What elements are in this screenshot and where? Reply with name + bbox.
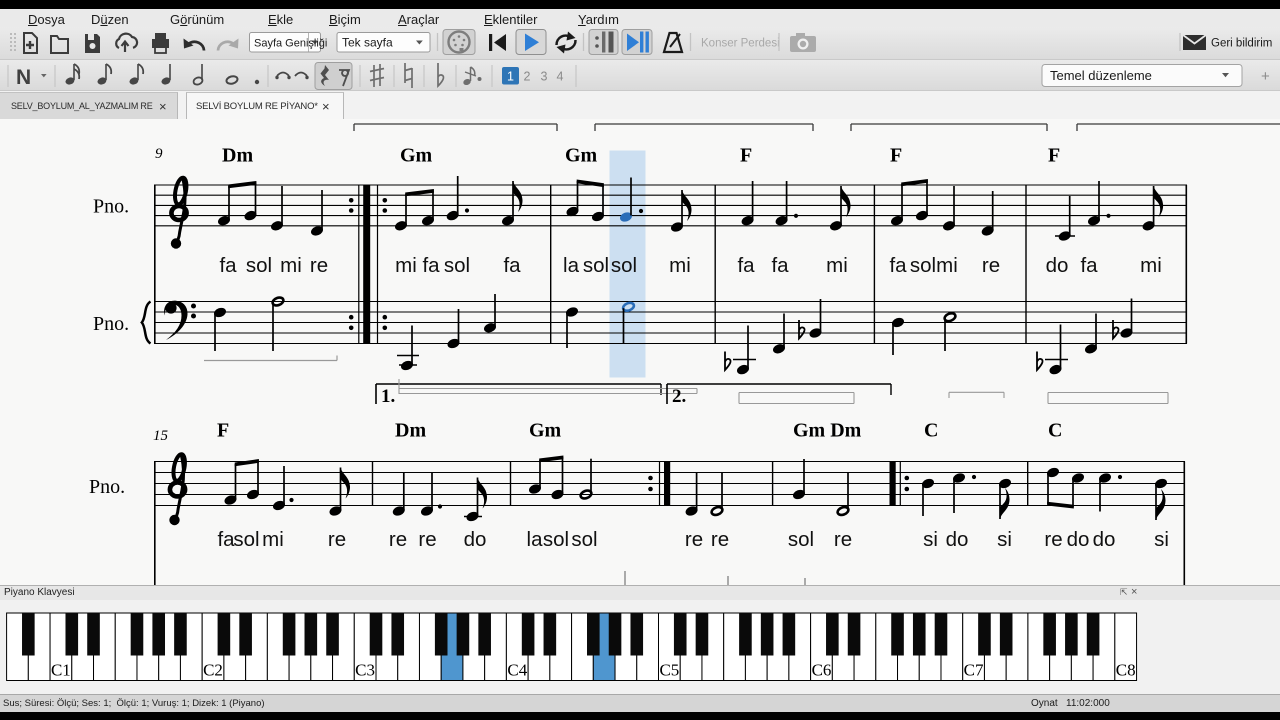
svg-text:sol: sol	[611, 254, 637, 277]
svg-text:sol: sol	[583, 254, 609, 277]
svg-text:mi: mi	[262, 528, 284, 551]
svg-text:sol: sol	[788, 528, 814, 551]
svg-text:fa: fa	[771, 254, 789, 277]
svg-text:C4: C4	[507, 661, 527, 680]
svg-text:si: si	[997, 528, 1012, 551]
svg-text:do: do	[464, 528, 487, 551]
svg-text:fa: fa	[503, 254, 521, 277]
svg-text:4: 4	[557, 70, 564, 84]
svg-text:do: do	[1067, 528, 1090, 551]
svg-text:sol: sol	[233, 528, 259, 551]
svg-text:fa: fa	[219, 254, 237, 277]
svg-text:Pno.: Pno.	[93, 196, 129, 218]
svg-text:fa: fa	[737, 254, 755, 277]
svg-text:C: C	[924, 420, 938, 442]
svg-text:Gm: Gm	[565, 145, 598, 167]
svg-text:+: +	[1261, 68, 1270, 85]
svg-text:Pno.: Pno.	[93, 313, 129, 335]
svg-text:sol: sol	[246, 254, 272, 277]
svg-text:Pno.: Pno.	[89, 476, 125, 498]
svg-text:Tek sayfa: Tek sayfa	[342, 36, 393, 50]
svg-text:C5: C5	[659, 661, 679, 680]
svg-text:F: F	[740, 145, 752, 167]
svg-text:N: N	[16, 66, 31, 89]
svg-text:Gm: Gm	[529, 420, 562, 442]
svg-text:9: 9	[155, 146, 163, 162]
svg-text:C8: C8	[1116, 661, 1136, 680]
svg-text:re: re	[982, 254, 1000, 277]
svg-text:si: si	[1154, 528, 1169, 551]
svg-text:Dm: Dm	[395, 420, 426, 442]
svg-text:do: do	[1093, 528, 1116, 551]
svg-text:si: si	[923, 528, 938, 551]
svg-text:Gm: Gm	[400, 145, 433, 167]
svg-text:re: re	[711, 528, 729, 551]
svg-text:Geri bildirim: Geri bildirim	[1211, 38, 1272, 50]
svg-text:1: 1	[507, 70, 514, 84]
svg-text:mi: mi	[936, 254, 958, 277]
svg-text:re: re	[834, 528, 852, 551]
svg-text:C2: C2	[203, 661, 223, 680]
svg-text:sol: sol	[444, 254, 470, 277]
svg-text:F: F	[1048, 145, 1060, 167]
svg-text:F: F	[890, 145, 902, 167]
svg-text:re: re	[328, 528, 346, 551]
svg-text:re: re	[685, 528, 703, 551]
svg-text:re: re	[389, 528, 407, 551]
svg-text:C: C	[1048, 420, 1062, 442]
svg-text:Konser Perdesi: Konser Perdesi	[701, 38, 780, 50]
svg-text:mi: mi	[280, 254, 302, 277]
svg-text:re: re	[310, 254, 328, 277]
svg-text:mi: mi	[395, 254, 417, 277]
svg-text:2.: 2.	[672, 386, 686, 407]
svg-text:sol: sol	[571, 528, 597, 551]
svg-text:C6: C6	[812, 661, 832, 680]
svg-text:C3: C3	[355, 661, 375, 680]
svg-text:fa: fa	[1080, 254, 1098, 277]
svg-text:sol: sol	[910, 254, 936, 277]
svg-text:Dm: Dm	[222, 145, 253, 167]
svg-text:3: 3	[541, 70, 548, 84]
svg-text:la: la	[563, 254, 580, 277]
svg-text:C7: C7	[964, 661, 984, 680]
svg-text:mi: mi	[669, 254, 691, 277]
svg-text:Temel düzenleme: Temel düzenleme	[1050, 68, 1152, 83]
svg-text:Gm Dm: Gm Dm	[793, 420, 862, 442]
svg-text:la: la	[527, 528, 544, 551]
svg-text:mi: mi	[826, 254, 848, 277]
svg-text:Sayfa Genişliği: Sayfa Genişliği	[254, 38, 327, 50]
svg-text:2: 2	[524, 70, 531, 84]
svg-text:re: re	[1044, 528, 1062, 551]
svg-text:F: F	[217, 420, 229, 442]
svg-text:fa: fa	[422, 254, 440, 277]
svg-text:C1: C1	[51, 661, 71, 680]
svg-text:re: re	[418, 528, 436, 551]
svg-text:do: do	[946, 528, 969, 551]
svg-text:do: do	[1046, 254, 1069, 277]
svg-text:fa: fa	[889, 254, 907, 277]
svg-text:mi: mi	[1140, 254, 1162, 277]
svg-text:1.: 1.	[381, 386, 395, 407]
svg-text:sol: sol	[543, 528, 569, 551]
svg-text:15: 15	[153, 428, 169, 444]
